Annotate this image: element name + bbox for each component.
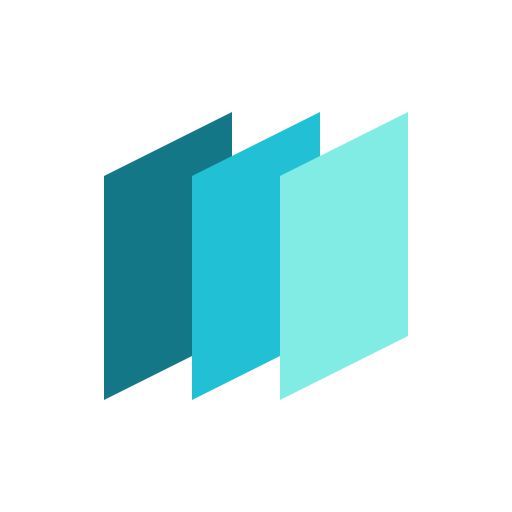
logo-canvas — [0, 0, 512, 512]
stacked-panels-logo-icon — [104, 112, 408, 400]
